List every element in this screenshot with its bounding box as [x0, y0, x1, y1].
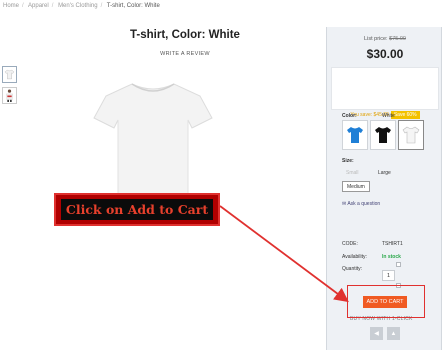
page-title: T-shirt, Color: White: [130, 29, 240, 41]
ask-question-link[interactable]: ✉ Ask a question: [342, 201, 380, 207]
swatch-blue[interactable]: [342, 120, 368, 150]
size-label: Size:: [342, 158, 354, 164]
next-icon[interactable]: ▲: [387, 327, 400, 340]
chat-icon: ✉: [342, 201, 347, 207]
black-tshirt-icon: [375, 127, 391, 143]
write-review-link[interactable]: WRITE A REVIEW: [60, 51, 310, 57]
list-price-value: $75.00: [389, 36, 406, 42]
color-value: White: [382, 113, 395, 119]
availability-status: In stock: [382, 254, 401, 260]
quantity-input[interactable]: 1: [382, 270, 395, 281]
size-large[interactable]: Large: [374, 168, 395, 179]
product-nav: ◀ ▲: [370, 327, 400, 340]
add-to-cart-highlight: [347, 285, 425, 318]
thumbnail-list: [2, 66, 17, 108]
callout-text: Click on Add to Cart: [61, 199, 213, 220]
product-image: [93, 83, 213, 198]
product-price: $30.00: [366, 47, 404, 61]
color-label: Color:: [342, 113, 357, 119]
thumbnail-white-tshirt[interactable]: [2, 66, 17, 83]
breadcrumb-mens-clothing[interactable]: Men's Clothing: [58, 3, 98, 9]
breadcrumb-home[interactable]: Home: [3, 3, 19, 9]
list-price: List price: $75.00: [364, 36, 406, 42]
size-medium[interactable]: Medium: [342, 181, 370, 192]
swatch-white[interactable]: [398, 120, 424, 150]
size-small[interactable]: Small: [342, 168, 363, 179]
blue-tshirt-icon: [347, 127, 363, 143]
thumbnail-model[interactable]: [2, 87, 17, 104]
product-code: TSHIRT1: [382, 241, 403, 247]
spec-quantity: Quantity:: [342, 266, 363, 272]
spec-code: CODE: TSHIRT1: [342, 241, 403, 247]
color-swatches: [342, 120, 424, 150]
prev-icon[interactable]: ◀: [370, 327, 383, 340]
breadcrumb-apparel[interactable]: Apparel: [28, 3, 49, 9]
breadcrumb: Home / Apparel / Men's Clothing / T-shirt, …: [3, 3, 160, 9]
quantity-increase[interactable]: [396, 262, 401, 267]
color-option-row: Color: White: [342, 113, 438, 119]
white-tshirt-icon: [402, 126, 420, 144]
spec-availability: Availability: In stock: [342, 254, 401, 260]
tshirt-thumb-icon: [4, 69, 15, 80]
breadcrumb-current: T-shirt, Color: White: [106, 3, 160, 9]
model-thumb-icon: [6, 89, 13, 102]
swatch-black[interactable]: [370, 120, 396, 150]
price-details-box: [331, 67, 439, 110]
instruction-callout: Click on Add to Cart: [54, 193, 220, 226]
